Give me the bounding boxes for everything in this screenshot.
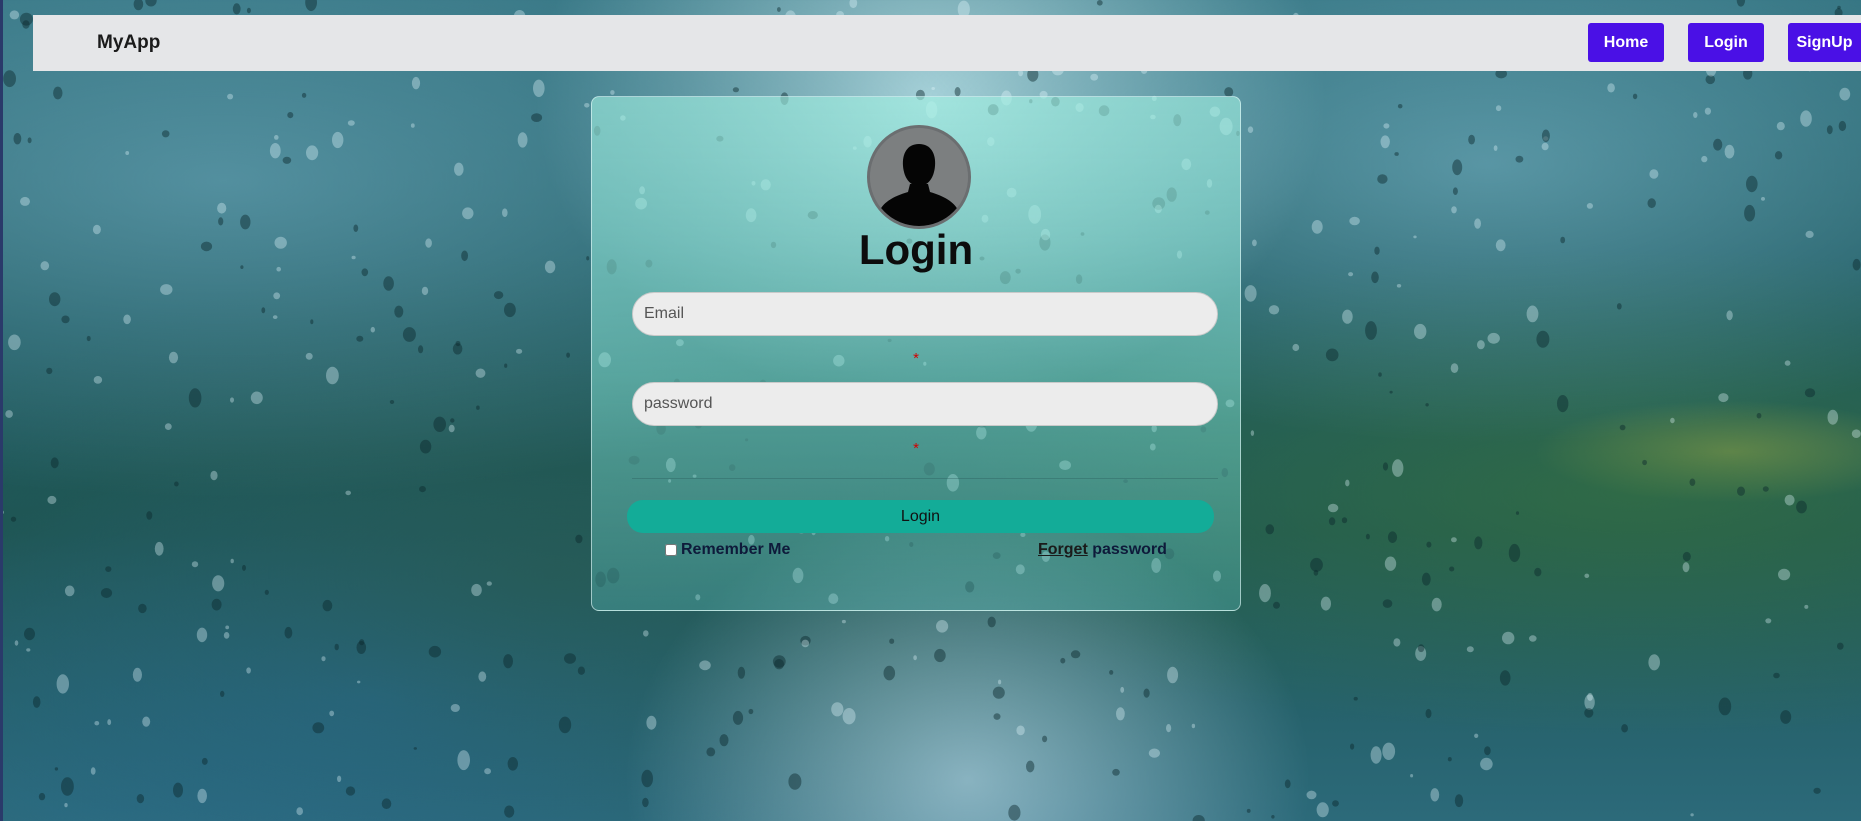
nav-login-button[interactable]: Login	[1688, 23, 1764, 62]
password-field[interactable]	[632, 382, 1218, 426]
login-heading: Login	[858, 226, 974, 273]
remember-me-checkbox[interactable]	[665, 544, 677, 556]
nav-signup-button[interactable]: SignUp	[1788, 23, 1861, 62]
navbar: MyApp Home Login SignUp	[33, 15, 1861, 71]
remember-me-label: Remember Me	[681, 541, 791, 558]
nav-home-button[interactable]: Home	[1588, 23, 1664, 62]
login-submit-button[interactable]: Login	[627, 500, 1214, 533]
user-silhouette-icon	[867, 125, 971, 229]
forget-password: Forget password	[1038, 541, 1167, 559]
left-edge-strip	[0, 0, 3, 821]
login-card: Login * * Login Remember Me Forget passw…	[591, 96, 1241, 611]
email-required-mark: *	[913, 350, 919, 367]
form-divider	[632, 478, 1218, 479]
password-required-mark: *	[913, 440, 919, 457]
remember-me[interactable]: Remember Me	[665, 541, 790, 559]
brand-logo[interactable]: MyApp	[97, 32, 160, 54]
forget-password-text: password	[1092, 541, 1167, 558]
forget-password-link[interactable]: Forget	[1038, 541, 1088, 558]
email-field[interactable]	[632, 292, 1218, 336]
